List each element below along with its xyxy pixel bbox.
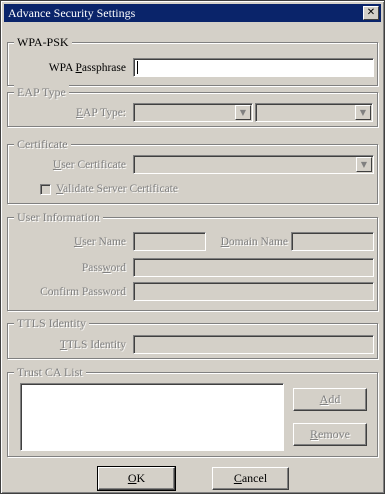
- validate-server-certificate-checkbox[interactable]: [40, 184, 51, 195]
- wpa-psk-legend: WPA-PSK: [14, 35, 72, 49]
- domain-name-input[interactable]: [291, 232, 374, 251]
- user-information-legend: User Information: [14, 210, 103, 224]
- cancel-button[interactable]: Cancel: [212, 467, 289, 490]
- text-caret: [137, 61, 138, 74]
- wpa-passphrase-label: WPA Passphrase: [48, 62, 126, 74]
- trust-ca-list-legend: Trust CA List: [14, 365, 86, 379]
- user-certificate-label: User Certificate: [52, 159, 126, 171]
- title-bar[interactable]: Advance Security Settings ✕: [4, 4, 381, 22]
- user-name-input[interactable]: [133, 232, 206, 251]
- password-input[interactable]: [133, 258, 374, 277]
- ok-button[interactable]: OK: [97, 466, 176, 491]
- user-name-label: User Name: [73, 236, 126, 248]
- remove-button[interactable]: Remove: [293, 423, 367, 446]
- ttls-identity-group: TTLS Identity TTLS Identity: [7, 316, 378, 359]
- close-icon: ✕: [366, 7, 376, 18]
- window-title: Advance Security Settings: [8, 6, 136, 20]
- ttls-identity-input[interactable]: [133, 335, 374, 354]
- eap-type-legend: EAP Type: [14, 85, 69, 99]
- confirm-password-input[interactable]: [133, 282, 374, 301]
- certificate-legend: Certificate: [14, 137, 71, 151]
- user-certificate-dropdown[interactable]: ▼: [133, 155, 374, 174]
- eap-subtype-dropdown[interactable]: ▼: [255, 103, 373, 122]
- wpa-passphrase-input[interactable]: [133, 58, 374, 77]
- validate-server-certificate-label: Validate Server Certificate: [56, 183, 178, 195]
- advance-security-settings-dialog: Advance Security Settings ✕ WPA-PSK WPA …: [0, 0, 385, 494]
- eap-type-dropdown[interactable]: ▼: [133, 103, 253, 122]
- close-button[interactable]: ✕: [363, 6, 379, 20]
- chevron-down-icon[interactable]: ▼: [235, 105, 251, 120]
- trust-ca-listbox[interactable]: [20, 383, 284, 451]
- ttls-identity-label: TTLS Identity: [59, 339, 126, 351]
- confirm-password-label: Confirm Password: [40, 286, 126, 298]
- eap-type-label: EAP Type:: [76, 107, 126, 119]
- password-label: Password: [81, 262, 126, 274]
- wpa-psk-group: WPA-PSK WPA Passphrase: [7, 35, 378, 86]
- eap-type-group: EAP Type EAP Type: ▼ ▼: [7, 85, 378, 127]
- ttls-identity-legend: TTLS Identity: [14, 316, 89, 330]
- chevron-down-icon[interactable]: ▼: [356, 157, 372, 172]
- trust-ca-list-group: Trust CA List Add Remove: [7, 365, 378, 457]
- certificate-group: Certificate User Certificate ▼ Validate …: [7, 137, 378, 204]
- user-information-group: User Information User Name Domain Name P…: [7, 210, 378, 311]
- add-button[interactable]: Add: [293, 388, 367, 411]
- chevron-down-icon[interactable]: ▼: [355, 105, 371, 120]
- domain-name-label: Domain Name: [220, 236, 288, 248]
